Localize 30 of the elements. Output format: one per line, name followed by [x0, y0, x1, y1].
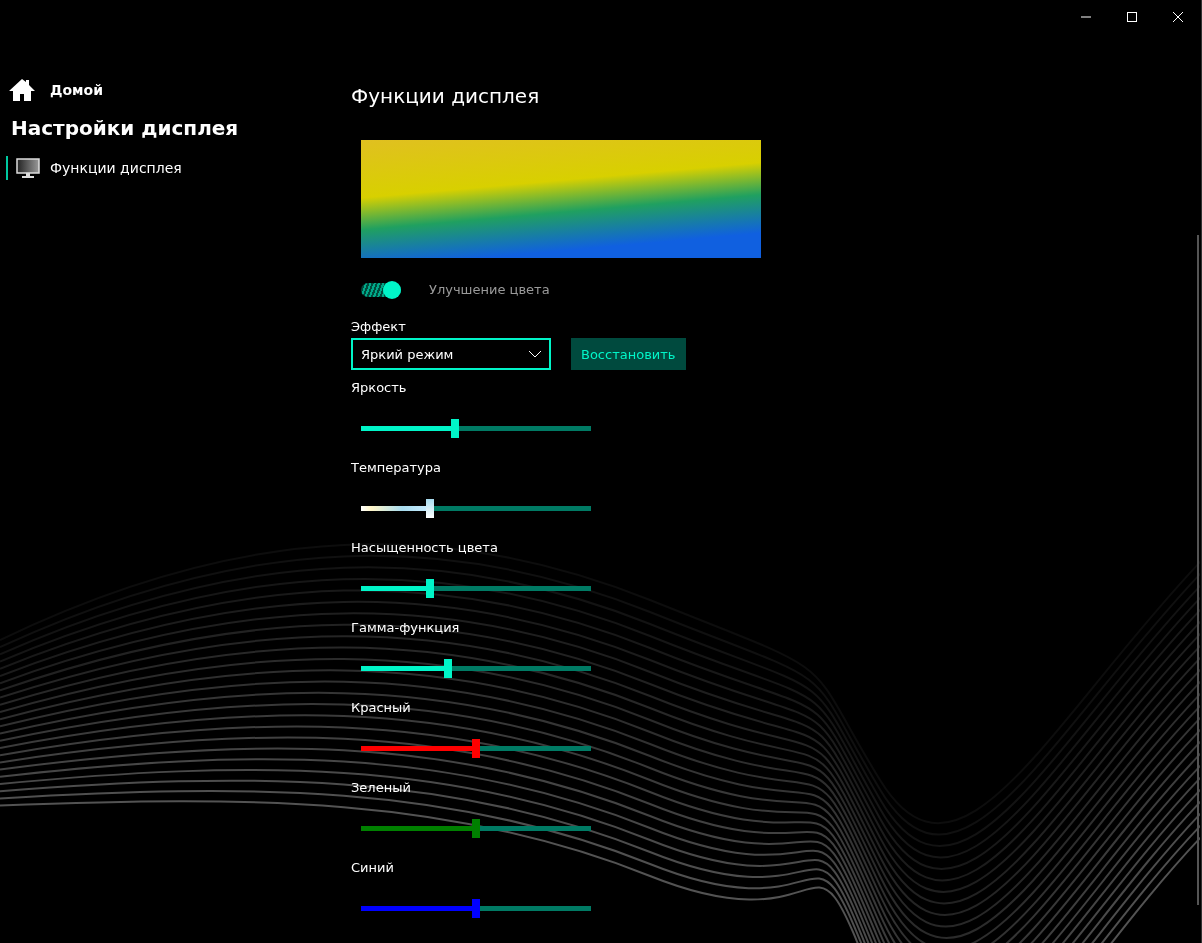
slider-thumb[interactable] [472, 899, 480, 918]
sidebar-item[interactable]: Функции дисплея [6, 156, 340, 180]
home-link[interactable]: Домой [50, 82, 103, 98]
scrollbar[interactable] [1197, 235, 1199, 905]
slider-thumb[interactable] [451, 419, 460, 438]
slider-label: Синий [351, 860, 395, 875]
effect-dropdown[interactable]: Яркий режим [351, 338, 551, 370]
slider-thumb[interactable] [472, 819, 480, 838]
slider-label: Гамма-функция [351, 620, 461, 635]
toggle-label: Улучшение цвета [429, 282, 550, 297]
slider-thumb[interactable] [444, 659, 453, 678]
slider-label: Насыщенность цвета [351, 540, 499, 555]
sidebar-title: Настройки дисплея [11, 116, 240, 140]
monitor-icon [16, 158, 40, 178]
toggle-switch[interactable] [361, 282, 401, 297]
slider-thumb[interactable] [426, 499, 434, 518]
effect-label: Эффект [351, 319, 407, 334]
slider-label: Яркость [351, 380, 408, 395]
sidebar-item-label: Функции дисплея [50, 160, 182, 176]
home-icon[interactable] [8, 78, 36, 102]
slider-label: Красный [351, 700, 412, 715]
chevron-down-icon [529, 350, 541, 358]
slider-label: Зеленый [351, 780, 412, 795]
maximize-icon [1127, 12, 1137, 22]
page-title: Функции дисплея [351, 84, 541, 108]
reset-button[interactable]: Восстановить [571, 338, 686, 370]
slider-label: Температура [351, 460, 442, 475]
slider-thumb[interactable] [426, 579, 434, 598]
close-icon [1173, 12, 1183, 22]
slider-thumb[interactable] [472, 739, 480, 758]
